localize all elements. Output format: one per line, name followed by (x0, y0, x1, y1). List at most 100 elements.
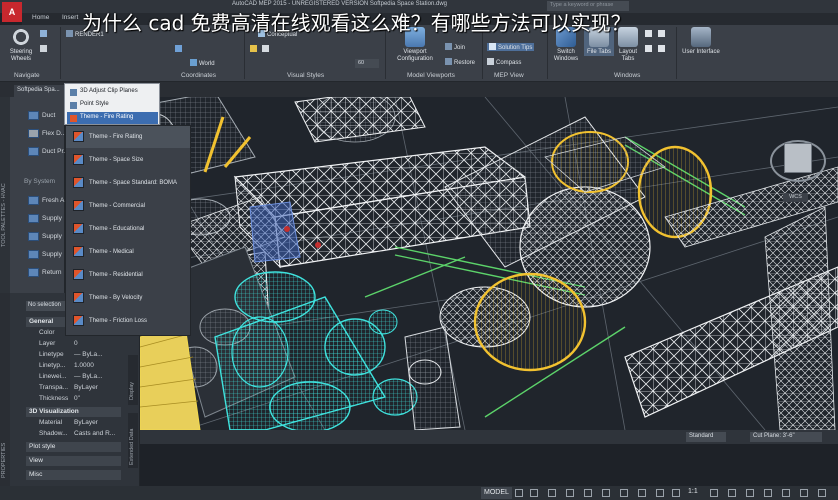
display-configuration-select[interactable]: Standard (686, 432, 726, 442)
property-name: Shadow... (39, 430, 68, 437)
view-section-header[interactable]: View (26, 456, 121, 466)
properties-title-strip[interactable]: PROPERTIES (0, 293, 10, 486)
edges-icon[interactable] (262, 45, 271, 53)
property-name: Layer (39, 340, 56, 347)
join-viewports-button[interactable]: Join (445, 43, 465, 51)
tile-vertically-icon[interactable] (645, 30, 654, 38)
palette-section-by-system: By System (24, 178, 56, 185)
view-control[interactable] (175, 45, 184, 53)
palette-item-supply-2[interactable]: Supply (42, 233, 62, 240)
property-value[interactable]: ByLayer (74, 384, 98, 391)
extended-data-side-tab[interactable]: Extended Data (128, 413, 138, 468)
restore-viewports-button[interactable]: Restore (445, 58, 475, 66)
solution-tips-button[interactable]: Solution Tips (487, 43, 535, 51)
compass-button[interactable]: Compass (487, 58, 521, 66)
submenu-item-theme-medical[interactable]: Theme - Medical (66, 241, 190, 263)
clean-screen-icon[interactable] (800, 489, 808, 497)
palette-item-supply-1[interactable]: Supply (42, 215, 62, 222)
tool-palette: TOOL PALETTES - HVAC Duct Flex D... Duct… (0, 97, 70, 293)
snap-icon[interactable] (530, 489, 538, 497)
isolate-objects-icon[interactable] (764, 489, 772, 497)
menu-item-point-style[interactable]: Point Style (67, 99, 158, 111)
property-value[interactable]: ByLayer (74, 419, 98, 426)
property-value[interactable]: — ByLa... (74, 373, 103, 380)
shade-icon[interactable] (250, 45, 259, 53)
units-icon[interactable] (746, 489, 754, 497)
property-value[interactable]: 0" (74, 395, 80, 402)
palette-item-return[interactable]: Return (42, 269, 62, 276)
orbit-icon[interactable] (40, 30, 49, 38)
misc-section-header[interactable]: Misc (26, 470, 121, 480)
wcs-menu[interactable]: WCS (783, 193, 808, 202)
property-value[interactable]: 1.0000 (74, 362, 94, 369)
tool-palette-title-strip[interactable]: TOOL PALETTES - HVAC (0, 97, 10, 293)
otrack-icon[interactable] (602, 489, 610, 497)
tab-home[interactable]: Home (32, 14, 49, 21)
submenu-item-theme-space-size[interactable]: Theme - Space Size (66, 149, 190, 171)
submenu-item-theme-commercial[interactable]: Theme - Commercial (66, 195, 190, 217)
palette-item-duct[interactable]: Duct (42, 112, 55, 119)
theme-icon (70, 115, 77, 122)
selection-cycling-icon[interactable] (656, 489, 664, 497)
opacity-field[interactable]: 60 (355, 59, 379, 68)
tile-horizontally-icon[interactable] (658, 30, 667, 38)
transparency-icon[interactable] (638, 489, 646, 497)
submenu-item-theme-by-velocity[interactable]: Theme - By Velocity (66, 287, 190, 309)
cascade-icon[interactable] (645, 45, 654, 53)
tab-insert[interactable]: Insert (62, 14, 78, 21)
world-ucs-select[interactable]: World (190, 59, 215, 67)
divider (676, 27, 677, 79)
divider (60, 27, 61, 79)
property-value[interactable]: 0 (74, 340, 78, 347)
osnap-icon[interactable] (584, 489, 592, 497)
palette-item-flex-duct[interactable]: Flex D... (42, 130, 66, 137)
submenu-item-theme-educational[interactable]: Theme - Educational (66, 218, 190, 240)
submenu-item-theme-fire-rating[interactable]: Theme - Fire Rating (66, 126, 190, 148)
user-interface-icon (691, 27, 711, 47)
application-menu-button[interactable]: A (2, 2, 22, 22)
mep-view-panel-label: MEP View (494, 72, 524, 79)
submenu-item-theme-residential[interactable]: Theme - Residential (66, 264, 190, 286)
steering-wheels-button[interactable]: Steering Wheels (6, 27, 36, 63)
steering-wheel-icon (11, 27, 31, 47)
duct-icon (28, 111, 39, 120)
property-value[interactable]: Casts and R... (74, 430, 115, 437)
submenu-item-theme-friction-loss[interactable]: Theme - Friction Loss (66, 310, 190, 332)
pan-icon[interactable] (40, 45, 49, 53)
cut-plane-field[interactable]: Cut Plane: 3'-6" (750, 432, 822, 442)
plot-style-section-header[interactable]: Plot style (26, 442, 121, 452)
drawing-status-bar: Standard Cut Plane: 3'-6" (140, 430, 838, 444)
polar-icon[interactable] (566, 489, 574, 497)
customization-menu-icon[interactable] (818, 489, 826, 497)
model-space-button[interactable]: MODEL (481, 487, 512, 499)
submenu-item-theme-space-standard-boma[interactable]: Theme - Space Standard: BOMA (66, 172, 190, 194)
status-bar-toggle-icon[interactable] (658, 45, 667, 53)
user-interface-button[interactable]: User Interface (682, 27, 720, 56)
viewcube[interactable] (784, 143, 812, 173)
theme-icon (73, 292, 84, 303)
3d-visualization-section-header[interactable]: 3D Visualization (26, 407, 121, 417)
menu-item-3d-adjust-clip-planes[interactable]: 3D Adjust Clip Planes (67, 86, 158, 98)
theme-icon (73, 223, 84, 234)
theme-submenu: Theme - Fire Rating Theme - Space Size T… (65, 125, 191, 336)
display-side-tab[interactable]: Display (128, 355, 138, 405)
property-value[interactable]: — ByLa... (74, 351, 103, 358)
hardware-acceleration-icon[interactable] (782, 489, 790, 497)
lineweight-icon[interactable] (620, 489, 628, 497)
theme-icon (73, 177, 84, 188)
ortho-icon[interactable] (548, 489, 556, 497)
property-name: Linetyp... (39, 362, 66, 369)
supply-icon (28, 232, 39, 241)
annotation-monitor-icon[interactable] (728, 489, 736, 497)
property-name: Color (39, 329, 55, 336)
annotation-visibility-icon[interactable] (672, 489, 680, 497)
menu-item-theme-fire-rating[interactable]: Theme - Fire Rating (67, 112, 158, 124)
workspace-gear-icon[interactable] (710, 489, 718, 497)
palette-item-supply-3[interactable]: Supply (42, 251, 62, 258)
return-icon (28, 268, 39, 277)
annotation-scale[interactable]: 1:1 (688, 488, 698, 495)
grid-icon[interactable] (515, 489, 523, 497)
theme-icon (73, 200, 84, 211)
document-tab[interactable]: Softpedia Spa... (14, 85, 64, 97)
property-name: Transpa... (39, 384, 69, 391)
